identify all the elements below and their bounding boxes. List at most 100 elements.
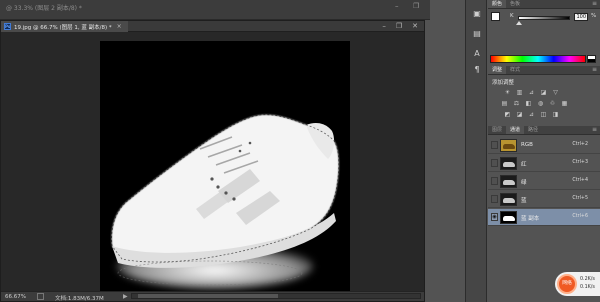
posterize-icon[interactable]: ◪ [516,111,523,118]
scrollbar-thumb[interactable] [138,294,278,298]
shoe-thumbnail-shape [503,198,515,203]
adjustment-row-1: ☀ ▥ ⊿ ◪ ▽ [504,89,559,96]
background-document-title[interactable]: @ 33.3% (图层 2 副本/8) * [6,3,82,12]
canvas-area[interactable] [1,32,424,291]
channel-name: RGB [521,142,533,148]
restore-icon[interactable]: ❐ [396,22,402,30]
tab-color[interactable]: 颜色 [488,0,507,8]
status-bar: 66.67% 文档:1.83M/6.37M ▶ [1,291,424,302]
background-document-window[interactable]: @ 33.3% (图层 2 副本/8) * – ❐ [0,0,430,20]
history-panel-icon[interactable]: ▣ [471,8,483,20]
color-spectrum-bar[interactable] [490,55,586,63]
adjustments-panel-tabs: 调整 样式 ≡ [488,66,600,75]
visibility-eye-icon[interactable] [491,195,498,203]
channel-shortcut: Ctrl+3 [572,160,588,165]
panel-menu-icon[interactable]: ≡ [592,66,597,73]
invert-icon[interactable]: ◩ [504,111,511,118]
minimize-icon[interactable]: – [382,22,386,30]
shoe-thumbnail-shape [503,162,515,167]
foreground-color-swatch[interactable] [491,12,500,21]
visibility-eye-icon[interactable]: ◉ [491,213,498,221]
close-icon[interactable]: ✕ [412,22,418,30]
k-value-field[interactable]: 100 [574,13,588,21]
vibrance-icon[interactable]: ▽ [552,89,559,96]
upload-speed: 0.2K/s [580,277,595,282]
network-speed-widget[interactable]: 网络 0.2K/s 0.1K/s [555,272,600,296]
tab-swatches[interactable]: 色板 [506,0,524,8]
tab-close-icon[interactable]: × [117,23,122,30]
channel-name: 绿 [521,180,527,186]
download-speed: 0.1K/s [580,285,595,290]
visibility-eye-icon[interactable] [491,159,498,167]
hue-saturation-icon[interactable]: ▤ [501,100,508,107]
adjustments-title: 添加调整 [492,80,515,86]
shoe-thumbnail-shape [503,144,515,149]
adjustments-panel: 调整 样式 ≡ 添加调整 ☀ ▥ ⊿ ◪ ▽ ▤ ⚖ ◧ ◍ ♲ ▦ ◩ ◪ ⊿… [488,66,600,126]
panel-menu-icon[interactable]: ≡ [592,126,597,133]
right-panels: 颜色 色板 ≡ K 100 % 调整 样式 ≡ 添加调整 ☀ ▥ ⊿ ◪ ▽ ▤… [488,0,600,302]
status-export-icon[interactable] [37,293,44,300]
channel-name: 红 [521,162,527,168]
layer-comps-icon[interactable]: ▤ [471,28,483,40]
channel-thumbnail [500,157,517,170]
channel-shortcut: Ctrl+6 [572,214,588,219]
exposure-icon[interactable]: ◪ [540,89,547,96]
document-tab-bar: Ps 19.jpg @ 66.7% (图层 1, 蓝 副本/8) * × – ❐… [1,21,424,32]
status-menu-arrow-icon[interactable]: ▶ [123,293,128,300]
channel-row[interactable]: 绿 Ctrl+4 [488,173,600,190]
gradient-map-icon[interactable]: ◫ [540,111,547,118]
black-white-swatch[interactable] [587,55,596,63]
window-controls: – ❐ ✕ [382,22,418,30]
adjustment-row-2: ▤ ⚖ ◧ ◍ ♲ ▦ [501,100,568,107]
channel-row[interactable]: 蓝 Ctrl+5 [488,191,600,208]
paragraph-panel-icon[interactable]: ¶ [471,64,483,76]
panel-menu-icon[interactable]: ≡ [592,0,597,7]
k-slider-thumb[interactable] [516,21,522,25]
k-unit-label: % [591,13,597,19]
curves-icon[interactable]: ⊿ [528,89,535,96]
tab-paths[interactable]: 路径 [524,126,542,134]
k-slider[interactable] [518,16,570,20]
k-channel-label: K [510,13,514,19]
shoe-mask-image [111,114,340,288]
selective-color-icon[interactable]: ◨ [552,111,559,118]
tab-channels[interactable]: 通道 [506,126,525,134]
levels-icon[interactable]: ▥ [516,89,523,96]
black-white-icon[interactable]: ◧ [525,100,532,107]
color-panel-tabs: 颜色 色板 ≡ [488,0,600,9]
channel-mixer-icon[interactable]: ♲ [549,100,556,107]
channel-thumbnail [500,175,517,188]
tab-styles[interactable]: 样式 [506,66,524,74]
channel-row[interactable]: 红 Ctrl+3 [488,155,600,172]
document-tab-title: 19.jpg @ 66.7% (图层 1, 蓝 副本/8) * [14,24,112,31]
threshold-icon[interactable]: ⊿ [528,111,535,118]
color-lookup-icon[interactable]: ▦ [561,100,568,107]
document-tab[interactable]: Ps 19.jpg @ 66.7% (图层 1, 蓝 副本/8) * × [1,21,128,32]
zoom-level[interactable]: 66.67% [5,294,26,300]
visibility-eye-icon[interactable] [491,177,498,185]
channel-row[interactable]: ◉ 蓝 副本 Ctrl+6 [488,209,600,226]
restore-icon[interactable]: ❐ [413,2,419,10]
adjustment-row-3: ◩ ◪ ⊿ ◫ ◨ [504,111,559,118]
channel-thumbnail [500,139,517,152]
visibility-eye-icon[interactable] [491,141,498,149]
shoe-thumbnail-shape [503,216,515,221]
horizontal-scrollbar[interactable] [131,293,421,299]
tab-layers[interactable]: 图层 [488,126,506,134]
color-panel: 颜色 色板 ≡ K 100 % [488,0,600,66]
channel-thumbnail [500,211,517,224]
brightness-contrast-icon[interactable]: ☀ [504,89,511,96]
artwork-canvas[interactable] [100,41,350,291]
minimize-icon[interactable]: – [395,2,399,10]
character-panel-icon[interactable]: A [471,48,483,60]
document-window: Ps 19.jpg @ 66.7% (图层 1, 蓝 副本/8) * × – ❐… [0,20,425,302]
document-size: 文档:1.83M/6.37M [55,296,104,302]
channel-row[interactable]: RGB Ctrl+2 [488,137,600,154]
shoe-thumbnail-shape [503,180,515,185]
channel-shortcut: Ctrl+4 [572,178,588,183]
network-widget-badge[interactable]: 网络 [557,274,577,294]
color-balance-icon[interactable]: ⚖ [513,100,520,107]
photo-filter-icon[interactable]: ◍ [537,100,544,107]
tab-adjustments[interactable]: 调整 [488,66,507,74]
channel-thumbnail [500,193,517,206]
